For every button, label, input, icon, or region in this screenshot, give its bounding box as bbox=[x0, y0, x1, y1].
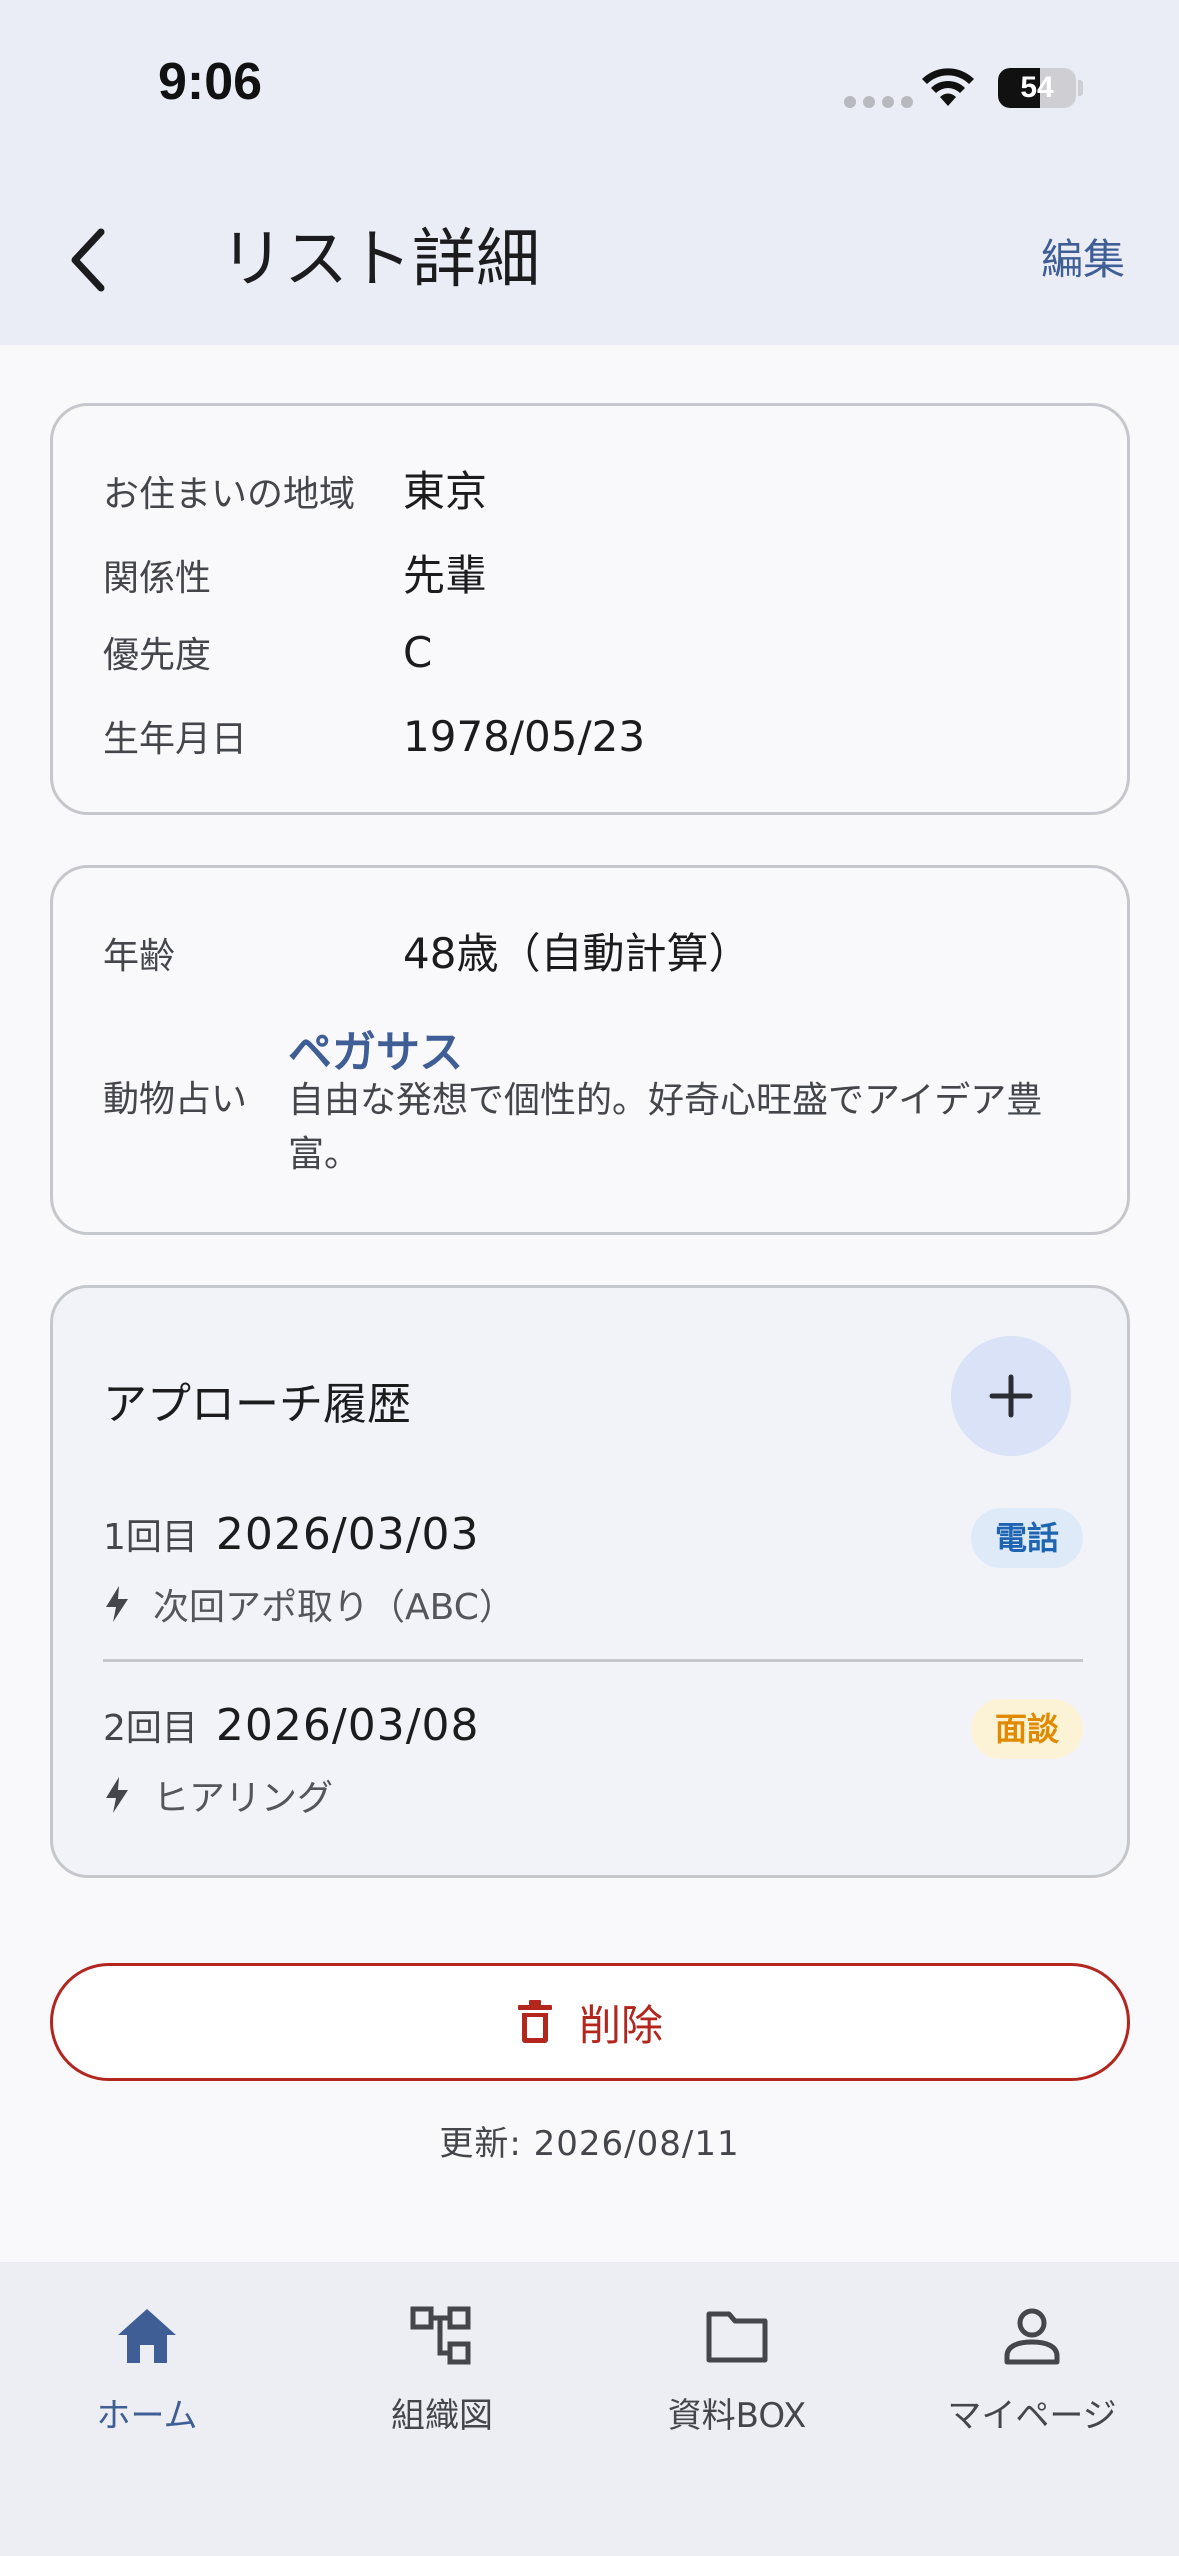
back-button[interactable] bbox=[52, 220, 122, 300]
cellular-signal-icon bbox=[844, 96, 913, 108]
header-area: 9:06 54 リスト詳細 編集 bbox=[0, 0, 1179, 345]
nav-mypage-label: マイページ bbox=[947, 2396, 1117, 2436]
trash-icon bbox=[517, 2000, 552, 2043]
type-badge-meeting: 面談 bbox=[970, 1699, 1083, 1759]
chevron-left-icon bbox=[71, 228, 105, 292]
delete-label: 削除 bbox=[578, 2000, 663, 2050]
relationship-label: 関係性 bbox=[103, 558, 212, 599]
nav-mypage[interactable]: マイページ bbox=[885, 2298, 1179, 2437]
birthday-label: 生年月日 bbox=[103, 719, 248, 760]
region-value: 東京 bbox=[403, 467, 488, 516]
battery-percent: 54 bbox=[1020, 71, 1054, 104]
priority-value: C bbox=[403, 628, 433, 677]
relationship-value: 先輩 bbox=[403, 551, 488, 600]
delete-button[interactable]: 削除 bbox=[50, 1963, 1130, 2081]
edit-button[interactable]: 編集 bbox=[1041, 232, 1125, 288]
lightning-icon bbox=[106, 1777, 128, 1813]
wifi-icon bbox=[922, 68, 974, 106]
animal-fortune-description: 自由な発想で個性的。好奇心旺盛でアイデア豊富。 bbox=[288, 1080, 1043, 1175]
profile-row-birthday: 生年月日 1978/05/23 bbox=[103, 710, 645, 762]
battery-icon: 54 bbox=[998, 68, 1076, 108]
status-time: 9:06 bbox=[158, 53, 263, 111]
plus-icon bbox=[989, 1374, 1033, 1418]
region-label: お住まいの地域 bbox=[103, 474, 356, 515]
entry-divider bbox=[103, 1659, 1083, 1662]
entry-count: 1回目 bbox=[103, 1517, 198, 1558]
approach-history-card: アプローチ履歴 1回目 2026/03/03 次回アポ取り（ABC） 電話 2回… bbox=[50, 1285, 1130, 1878]
approach-entry[interactable]: 2回目 2026/03/08 ヒアリング 面談 bbox=[103, 1699, 1083, 1821]
profile-card: お住まいの地域 東京 関係性 先輩 優先度 C 生年月日 1978/05/23 bbox=[50, 403, 1130, 815]
battery-cap bbox=[1078, 80, 1083, 96]
page-title: リスト詳細 bbox=[220, 223, 540, 297]
entry-count: 2回目 bbox=[103, 1708, 198, 1749]
age-card: 年齢 48歳（自動計算） 動物占い ペガサス 自由な発想で個性的。好奇心旺盛でア… bbox=[50, 865, 1130, 1235]
add-approach-button[interactable] bbox=[951, 1336, 1071, 1456]
nav-documents[interactable]: 資料BOX bbox=[590, 2298, 884, 2437]
nav-org-chart-label: 組織図 bbox=[391, 2396, 493, 2436]
birthday-value: 1978/05/23 bbox=[403, 712, 646, 761]
age-row: 年齢 48歳（自動計算） bbox=[103, 920, 750, 981]
age-label: 年齢 bbox=[103, 936, 176, 977]
profile-row-priority: 優先度 C bbox=[103, 626, 432, 678]
animal-fortune-label: 動物占い bbox=[103, 1079, 248, 1120]
entry-note: ヒアリング bbox=[153, 1778, 334, 1819]
org-chart-icon bbox=[410, 2306, 471, 2365]
profile-row-relationship: 関係性 先輩 bbox=[103, 542, 487, 603]
approach-history-title: アプローチ履歴 bbox=[103, 1379, 411, 1430]
updated-timestamp: 更新: 2026/08/11 bbox=[439, 2124, 740, 2164]
nav-home-label: ホーム bbox=[96, 2396, 198, 2436]
entry-date: 2026/03/03 bbox=[215, 1509, 480, 1560]
age-value: 48歳（自動計算） bbox=[403, 929, 751, 978]
animal-fortune-name: ペガサス bbox=[288, 1027, 464, 1078]
home-icon bbox=[118, 2309, 176, 2363]
approach-entry[interactable]: 1回目 2026/03/03 次回アポ取り（ABC） 電話 bbox=[103, 1508, 1083, 1630]
bottom-nav: ホーム 組織図 資料BOX マイページ bbox=[0, 2262, 1179, 2556]
nav-home[interactable]: ホーム bbox=[0, 2298, 294, 2437]
nav-org-chart[interactable]: 組織図 bbox=[295, 2298, 589, 2437]
folder-icon bbox=[706, 2311, 768, 2363]
priority-label: 優先度 bbox=[103, 635, 212, 676]
entry-date: 2026/03/08 bbox=[215, 1700, 480, 1751]
person-icon bbox=[1004, 2308, 1060, 2365]
entry-note: 次回アポ取り（ABC） bbox=[153, 1587, 515, 1628]
profile-row-region: お住まいの地域 東京 bbox=[103, 458, 487, 519]
lightning-icon bbox=[106, 1586, 128, 1622]
type-badge-phone: 電話 bbox=[970, 1508, 1083, 1568]
nav-documents-label: 資料BOX bbox=[667, 2396, 807, 2436]
